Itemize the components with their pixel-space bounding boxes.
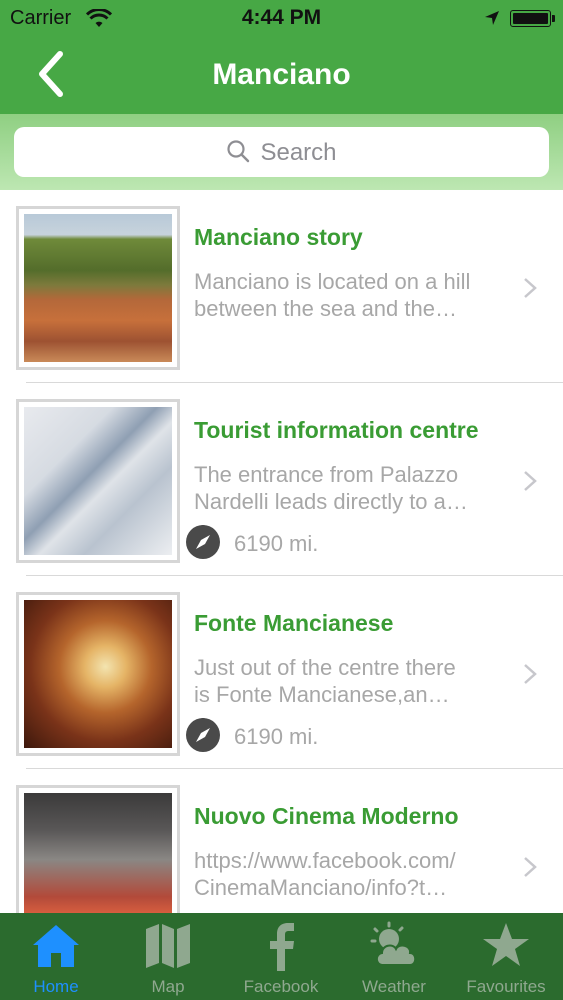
- tab-label: Map: [151, 977, 185, 996]
- item-title: Nuovo Cinema Moderno: [194, 803, 459, 829]
- status-time: 4:44 PM: [241, 6, 322, 29]
- item-title: Manciano story: [194, 224, 363, 250]
- item-title: Fonte Mancianese: [194, 610, 394, 636]
- map-icon: [146, 924, 190, 968]
- tab-label: Favourites: [466, 977, 546, 996]
- chevron-right-icon: [524, 664, 537, 684]
- chevron-right-icon: [524, 857, 537, 877]
- item-thumbnail: [16, 592, 180, 756]
- tab-label: Home: [33, 977, 79, 996]
- item-thumbnail: [16, 785, 180, 913]
- item-description: The entrance from Palazzo Nardelli leads…: [194, 462, 468, 514]
- chevron-right-icon: [524, 471, 537, 491]
- item-thumbnail: [16, 399, 180, 563]
- search-icon: [227, 140, 250, 163]
- distance-label: 6190 mi.: [234, 531, 319, 556]
- battery-icon: [510, 10, 551, 27]
- tab-label: Facebook: [243, 977, 319, 996]
- star-icon: [483, 923, 529, 966]
- item-title: Tourist information centre: [194, 417, 479, 443]
- compass-icon: [186, 718, 220, 752]
- weather-icon: [370, 921, 417, 966]
- tab-map[interactable]: Map: [112, 913, 224, 1000]
- list-item[interactable]: Fonte Mancianese Just out of the centre …: [0, 576, 563, 769]
- tab-favourites[interactable]: Favourites: [450, 913, 562, 1000]
- status-bar: Carrier 4:44 PM: [0, 0, 563, 38]
- list-item[interactable]: Tourist information centre The entrance …: [0, 383, 563, 576]
- search-placeholder: Search: [260, 139, 337, 166]
- app-header: Carrier 4:44 PM Manciano: [0, 0, 563, 114]
- list-item[interactable]: Nuovo Cinema Moderno https://www.faceboo…: [0, 769, 563, 913]
- compass-icon: [186, 525, 220, 559]
- item-description: Manciano is located on a hill between th…: [194, 269, 471, 321]
- tab-bar: Home Map Facebook Weather Favourites: [0, 913, 563, 1000]
- battery-tip: [552, 15, 555, 22]
- item-description: Just out of the centre there is Fonte Ma…: [194, 655, 456, 707]
- item-thumbnail: [16, 206, 180, 370]
- facebook-icon: [270, 923, 294, 971]
- tab-home[interactable]: Home: [0, 913, 112, 1000]
- home-icon: [33, 925, 79, 967]
- item-description: https://www.facebook.com/ CinemaManciano…: [194, 848, 456, 900]
- chevron-right-icon: [524, 278, 537, 298]
- page-title: Manciano: [212, 58, 351, 91]
- poi-list[interactable]: Manciano story Manciano is located on a …: [0, 190, 563, 913]
- search-bar: Search: [0, 114, 563, 190]
- distance-label: 6190 mi.: [234, 724, 319, 749]
- search-input[interactable]: Search: [14, 127, 549, 177]
- tab-facebook[interactable]: Facebook: [225, 913, 337, 1000]
- location-arrow-icon: [484, 10, 500, 31]
- tab-weather[interactable]: Weather: [338, 913, 450, 1000]
- tab-label: Weather: [362, 977, 426, 996]
- list-item[interactable]: Manciano story Manciano is located on a …: [0, 190, 563, 383]
